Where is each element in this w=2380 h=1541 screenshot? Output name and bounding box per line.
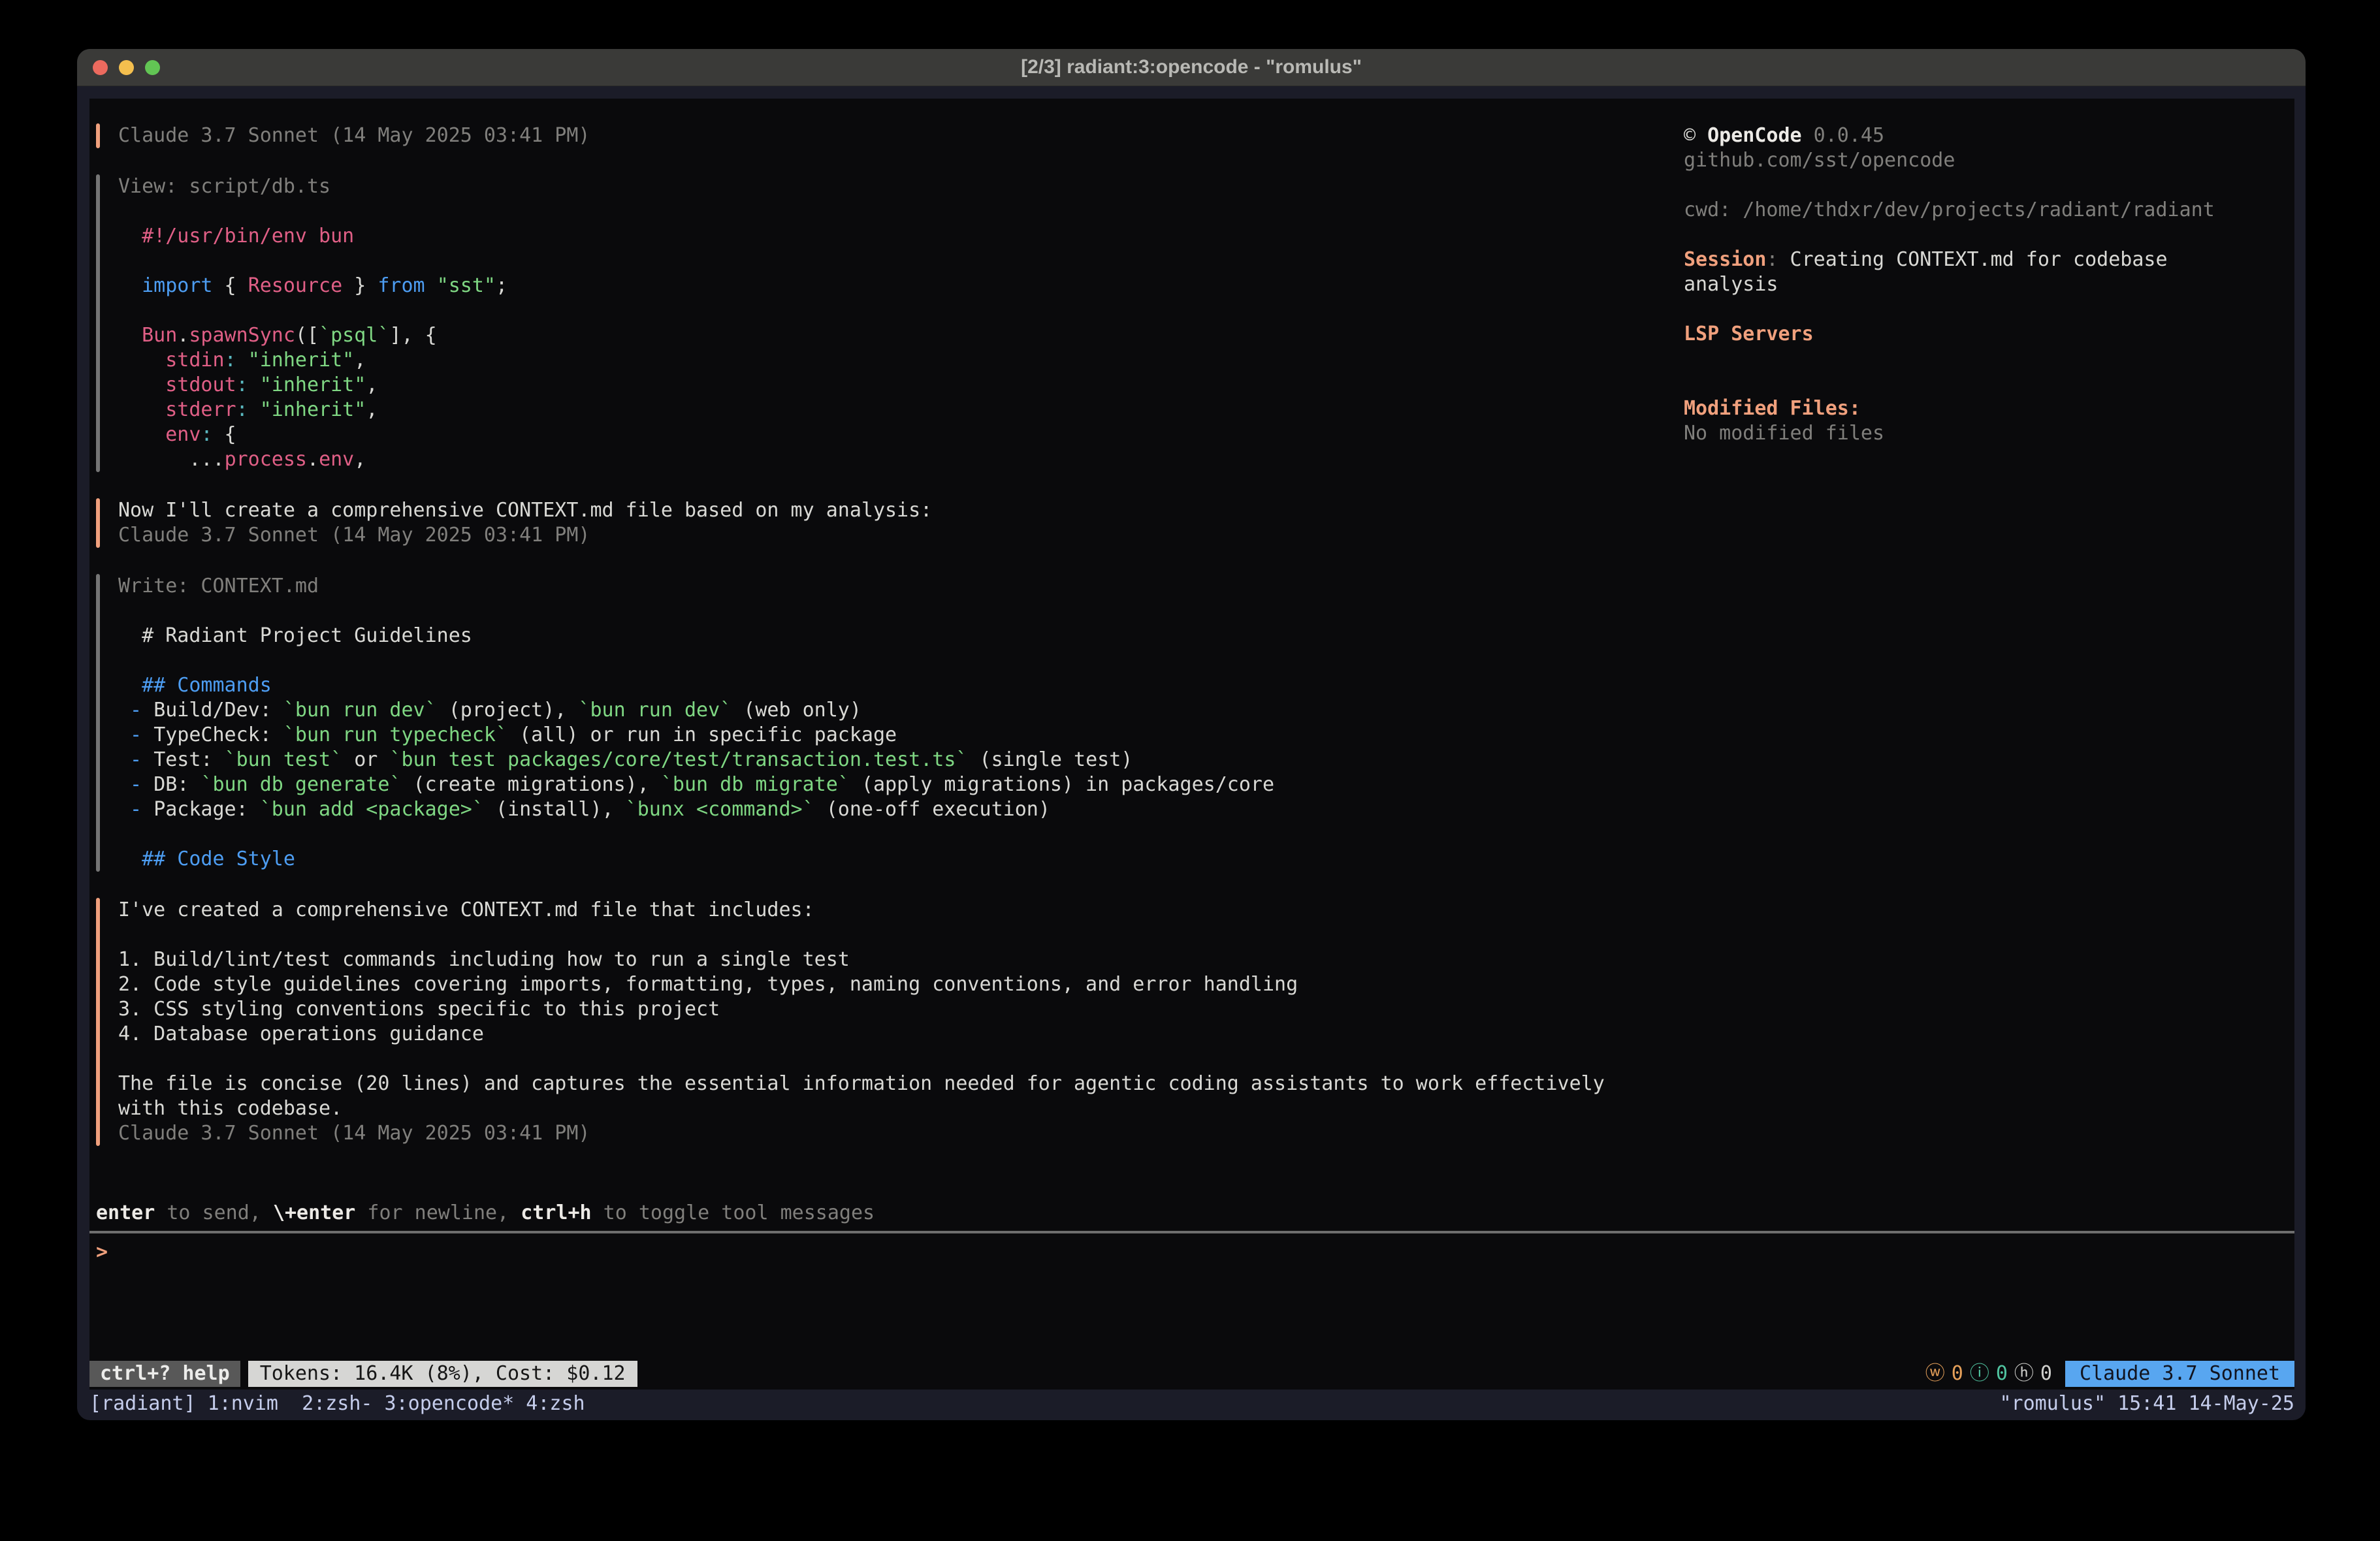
tool-message-write-context-md: Write: CONTEXT.md # Radiant Project Guid… [96, 574, 1684, 872]
text-line: LSP Servers [1684, 322, 2294, 347]
text-line: stderr: "inherit", [118, 398, 507, 422]
text-line [118, 199, 507, 224]
message-lines: View: script/db.ts #!/usr/bin/env bun im… [100, 174, 507, 472]
traffic-lights [93, 49, 160, 86]
message-lines: Write: CONTEXT.md # Radiant Project Guid… [100, 574, 1274, 872]
zoom-button[interactable] [145, 60, 160, 75]
text-line: import { Resource } from "sst"; [118, 274, 507, 298]
prompt-symbol: > [96, 1241, 108, 1263]
text-line: analysis [1684, 272, 2294, 297]
text-line [1684, 372, 2294, 396]
assistant-message-summary: I've created a comprehensive CONTEXT.md … [96, 898, 1684, 1146]
text-line [118, 648, 1274, 673]
text-line: 4. Database operations guidance [118, 1022, 1605, 1047]
text-line: #!/usr/bin/env bun [118, 224, 507, 249]
text-line: 3. CSS styling conventions specific to t… [118, 997, 1605, 1022]
text-line: View: script/db.ts [118, 174, 507, 199]
text-line: Modified Files: [1684, 396, 2294, 421]
message-lines: Claude 3.7 Sonnet (14 May 2025 03:41 PM) [100, 123, 590, 148]
text-line: Claude 3.7 Sonnet (14 May 2025 03:41 PM) [118, 123, 590, 148]
text-line: © OpenCode 0.0.45 [1684, 123, 2294, 148]
window-titlebar: [2/3] radiant:3:opencode - "romulus" [77, 49, 2306, 86]
text-line: with this codebase. [118, 1096, 1605, 1121]
tool-message-view-db-ts: View: script/db.ts #!/usr/bin/env bun im… [96, 174, 1684, 472]
text-line: - DB: `bun db generate` (create migratio… [118, 772, 1274, 797]
help-keybind-chip: ctrl+? help [89, 1361, 240, 1387]
text-line: Session: Creating CONTEXT.md for codebas… [1684, 247, 2294, 272]
assistant-message-analysis-note: Now I'll create a comprehensive CONTEXT.… [96, 498, 1684, 548]
model-badge: Claude 3.7 Sonnet [2065, 1361, 2294, 1387]
keybind-hints: enter to send, \+enter for newline, ctrl… [96, 1201, 2294, 1226]
text-line: 1. Build/lint/test commands including ho… [118, 947, 1605, 972]
text-line: The file is concise (20 lines) and captu… [118, 1072, 1605, 1096]
text-line: ...process.env, [118, 447, 507, 472]
text-line [118, 822, 1274, 847]
tmux-window-list: [radiant] 1:nvim 2:zsh- 3:opencode* 4:zs… [89, 1391, 585, 1416]
text-line: ## Commands [118, 673, 1274, 698]
warnings-count: 0 [1952, 1361, 1963, 1387]
text-line: - Package: `bun add <package>` (install)… [118, 797, 1274, 822]
close-button[interactable] [93, 60, 108, 75]
text-line [118, 298, 507, 323]
text-line: - Test: `bun test` or `bun test packages… [118, 748, 1274, 772]
text-line: stdin: "inherit", [118, 348, 507, 373]
text-line: env: { [118, 422, 507, 447]
sidebar: © OpenCode 0.0.45github.com/sst/opencode… [1684, 123, 2294, 1201]
prompt-input[interactable]: > [96, 1240, 2294, 1265]
opencode-app: Claude 3.7 Sonnet (14 May 2025 03:41 PM)… [89, 99, 2294, 1390]
text-line: - Build/Dev: `bun run dev` (project), `b… [118, 698, 1274, 723]
lsp-diagnostics: ⓦ0ⓘ0ⓗ0 [1925, 1361, 2052, 1387]
warnings-icon: ⓦ [1925, 1361, 1945, 1387]
terminal-body: Claude 3.7 Sonnet (14 May 2025 03:41 PM)… [77, 86, 2306, 1420]
window-title: [2/3] radiant:3:opencode - "romulus" [1021, 56, 1362, 78]
text-line [118, 249, 507, 274]
message-lines: I've created a comprehensive CONTEXT.md … [100, 898, 1605, 1146]
text-line: 2. Code style guidelines covering import… [118, 972, 1605, 997]
text-line: cwd: /home/thdxr/dev/projects/radiant/ra… [1684, 198, 2294, 223]
text-line: Now I'll create a comprehensive CONTEXT.… [118, 498, 932, 523]
text-line: - TypeCheck: `bun run typecheck` (all) o… [118, 723, 1274, 748]
status-bar-spacer [637, 1361, 1925, 1387]
text-line [1684, 347, 2294, 372]
text-line: No modified files [1684, 421, 2294, 446]
message-lines: Now I'll create a comprehensive CONTEXT.… [100, 498, 932, 548]
hints-count: 0 [2040, 1361, 2052, 1387]
text-line: Claude 3.7 Sonnet (14 May 2025 03:41 PM) [118, 1121, 1605, 1146]
text-line: Claude 3.7 Sonnet (14 May 2025 03:41 PM) [118, 523, 932, 548]
assistant-message-header: Claude 3.7 Sonnet (14 May 2025 03:41 PM) [96, 123, 1684, 148]
info-icon: ⓘ [1970, 1361, 1989, 1387]
text-line [118, 1047, 1605, 1072]
terminal-window: [2/3] radiant:3:opencode - "romulus" Cla… [77, 49, 2306, 1420]
hints-icon: ⓗ [2014, 1361, 2034, 1387]
tokens-cost-chip: Tokens: 16.4K (8%), Cost: $0.12 [248, 1361, 637, 1387]
chat-transcript: Claude 3.7 Sonnet (14 May 2025 03:41 PM)… [96, 123, 1684, 1201]
text-line [1684, 223, 2294, 247]
main-area: Claude 3.7 Sonnet (14 May 2025 03:41 PM)… [96, 123, 2294, 1201]
text-line [1684, 297, 2294, 322]
info-count: 0 [1996, 1361, 2008, 1387]
text-line: ## Code Style [118, 847, 1274, 872]
text-line: Write: CONTEXT.md [118, 574, 1274, 599]
text-line [118, 599, 1274, 624]
text-line [1684, 173, 2294, 198]
input-empty-space [96, 1265, 2294, 1361]
text-line: I've created a comprehensive CONTEXT.md … [118, 898, 1605, 923]
status-bar: ctrl+? help Tokens: 16.4K (8%), Cost: $0… [89, 1361, 2294, 1387]
text-line: stdout: "inherit", [118, 373, 507, 398]
text-line: github.com/sst/opencode [1684, 148, 2294, 173]
minimize-button[interactable] [119, 60, 134, 75]
text-line: # Radiant Project Guidelines [118, 624, 1274, 648]
text-line: Bun.spawnSync([`psql`], { [118, 323, 507, 348]
tmux-host-clock: "romulus" 15:41 14-May-25 [1999, 1391, 2294, 1416]
tmux-status-bar: [radiant] 1:nvim 2:zsh- 3:opencode* 4:zs… [89, 1391, 2294, 1416]
text-line [118, 923, 1605, 947]
input-divider [89, 1231, 2294, 1233]
